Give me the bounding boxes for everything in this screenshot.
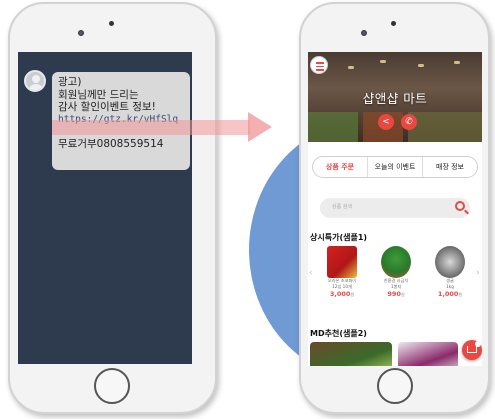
product-image bbox=[435, 246, 465, 278]
md-product-image[interactable] bbox=[398, 342, 458, 366]
tab-bar: 상품 주문 오늘의 이벤트 매장 정보 bbox=[312, 156, 478, 178]
phone-speaker bbox=[391, 21, 396, 26]
cart-button[interactable] bbox=[462, 340, 482, 360]
product-detail: 1봉지 bbox=[390, 283, 402, 289]
arrow-right-icon bbox=[248, 112, 272, 142]
sms-screen: 광고) 회원님께만 드리는 감사 할인이벤트 정보! https://gtz.k… bbox=[18, 52, 192, 364]
sms-line: 광고) bbox=[58, 76, 82, 88]
md-product-image[interactable] bbox=[310, 342, 392, 366]
product-detail: 1kg bbox=[446, 283, 454, 289]
search-placeholder: 상품 검색 bbox=[332, 204, 352, 210]
product-card[interactable]: 오리온 초코파이 12입 10개 3,000원 bbox=[324, 246, 360, 298]
tab-today-event[interactable]: 오늘의 이벤트 bbox=[368, 157, 423, 177]
product-price: 1,000원 bbox=[437, 290, 463, 298]
product-image bbox=[381, 246, 411, 278]
product-name: 오리온 초코파이 bbox=[327, 278, 357, 283]
home-button[interactable] bbox=[94, 368, 130, 404]
product-carousel: ‹ › 오리온 초코파이 12입 10개 3,000원 친환경 시금치 1봉지 … bbox=[308, 246, 482, 316]
sms-line: 회원님께만 드리는 bbox=[58, 88, 139, 101]
arrow-band bbox=[52, 120, 250, 135]
sms-optout: 무료거부0808559514 bbox=[58, 138, 164, 150]
product-card[interactable]: 친환경 시금치 1봉지 990원 bbox=[378, 246, 414, 298]
chevron-right-icon[interactable]: › bbox=[476, 268, 480, 278]
store-hero-image: 샵앤샵 마트 < ✆ bbox=[308, 52, 482, 142]
product-card[interactable]: 생굴 1kg 1,000원 bbox=[432, 246, 468, 298]
product-image bbox=[327, 246, 357, 278]
tab-order[interactable]: 상품 주문 bbox=[313, 157, 368, 177]
store-title: 샵앤샵 마트 bbox=[362, 91, 428, 106]
product-detail: 12입 10개 bbox=[332, 283, 352, 289]
chevron-left-icon[interactable]: ‹ bbox=[309, 268, 313, 278]
product-price: 3,000원 bbox=[329, 290, 355, 298]
phone-camera bbox=[361, 30, 367, 36]
share-icon[interactable]: < bbox=[378, 114, 394, 130]
search-input[interactable]: 상품 검색 bbox=[320, 198, 470, 218]
md-product-row bbox=[310, 342, 480, 366]
product-price: 990원 bbox=[387, 290, 405, 298]
section-title-md: MD추천(샘플2) bbox=[310, 329, 367, 338]
sms-line: 감사 할인이벤트 정보! bbox=[58, 101, 156, 113]
phone-camera bbox=[78, 30, 84, 36]
sender-avatar-icon bbox=[24, 70, 46, 92]
home-button[interactable] bbox=[377, 368, 413, 404]
phone-speaker bbox=[109, 21, 114, 26]
menu-icon[interactable] bbox=[310, 56, 328, 74]
cart-icon bbox=[467, 346, 477, 353]
section-title-special: 상시특가(샘플1) bbox=[310, 233, 368, 242]
store-app-screen: 샵앤샵 마트 < ✆ 상품 주문 오늘의 이벤트 매장 정보 상품 검색 상시특… bbox=[308, 52, 482, 366]
search-icon[interactable] bbox=[455, 201, 465, 211]
phone-icon[interactable]: ✆ bbox=[401, 114, 417, 130]
tab-store-info[interactable]: 매장 정보 bbox=[423, 157, 477, 177]
cart-badge bbox=[475, 341, 481, 347]
